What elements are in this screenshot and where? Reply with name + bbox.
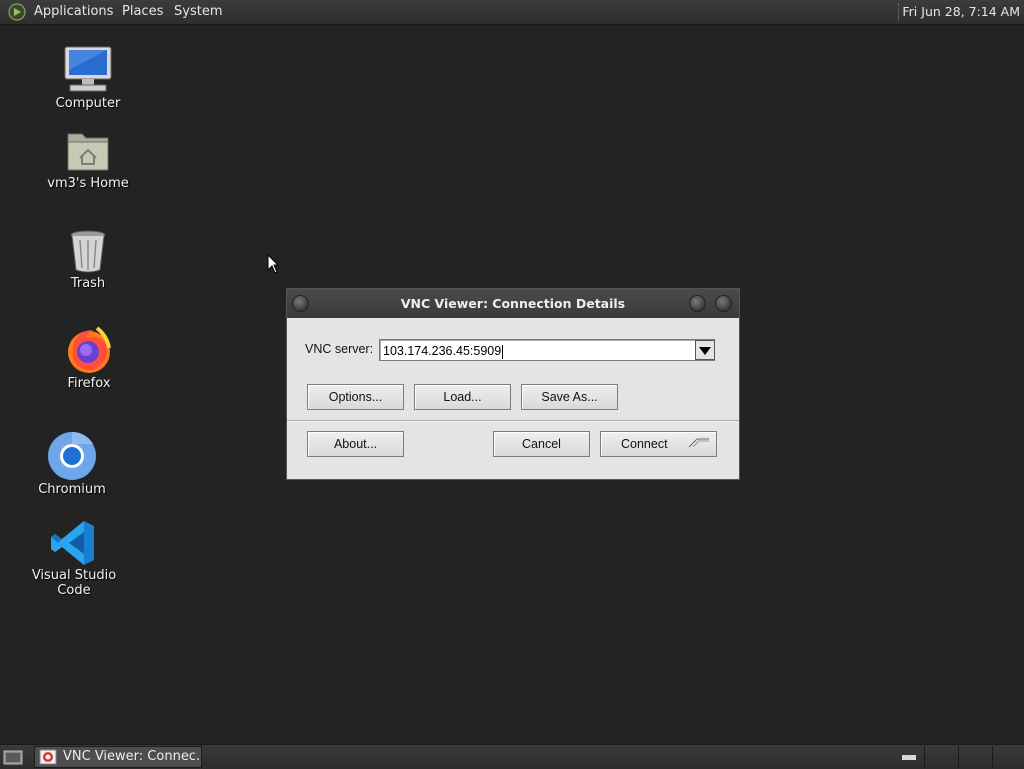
applications-menu[interactable]: Applications xyxy=(34,0,113,24)
connect-button[interactable]: Connect xyxy=(600,431,717,457)
load-button[interactable]: Load... xyxy=(414,384,511,410)
chromium-icon xyxy=(48,431,96,480)
bottom-panel: VNC Viewer: Connec... xyxy=(0,744,1024,769)
desktop-icon-firefox[interactable]: Firefox xyxy=(29,324,149,391)
vnc-server-input[interactable]: 103.174.236.45:5909 xyxy=(379,339,715,361)
window-menu-icon[interactable] xyxy=(292,295,309,312)
vnc-server-value: 103.174.236.45:5909 xyxy=(383,344,502,358)
computer-icon xyxy=(64,46,112,92)
desktop-icon-home[interactable]: vm3's Home xyxy=(28,126,148,191)
trash-icon xyxy=(70,230,106,273)
notification-area-icon[interactable] xyxy=(902,755,916,760)
desktop-icon-label: vm3's Home xyxy=(47,176,129,191)
text-caret xyxy=(502,344,504,359)
vnc-connection-dialog: VNC Viewer: Connection Details VNC serve… xyxy=(286,288,740,480)
vnc-server-label: VNC server: xyxy=(305,342,374,356)
vscode-icon xyxy=(51,521,94,565)
desktop-icon-vscode[interactable]: Visual Studio Code xyxy=(14,518,134,598)
workspace-1[interactable] xyxy=(924,746,956,768)
options-button[interactable]: Options... xyxy=(307,384,404,410)
dialog-divider xyxy=(287,420,739,422)
desktop-icon-label: Trash xyxy=(70,276,106,291)
desktop-icon-trash[interactable]: Trash xyxy=(28,226,148,291)
save-as-button[interactable]: Save As... xyxy=(521,384,618,410)
workspace-2[interactable] xyxy=(958,746,990,768)
server-history-dropdown-button[interactable] xyxy=(695,340,715,360)
desktop-icon-label: Firefox xyxy=(67,376,111,391)
taskbar-vnc-viewer[interactable]: VNC Viewer: Connec... xyxy=(34,746,202,768)
vnc-viewer-app-icon xyxy=(39,749,57,765)
desktop-icon-label: Visual Studio Code xyxy=(31,568,117,598)
desktop-icon-label: Computer xyxy=(55,96,121,111)
dialog-titlebar[interactable]: VNC Viewer: Connection Details xyxy=(287,289,739,318)
taskbar-task-label: VNC Viewer: Connec... xyxy=(63,749,202,764)
minimize-icon[interactable] xyxy=(689,295,706,312)
about-button[interactable]: About... xyxy=(307,431,404,457)
default-button-icon xyxy=(688,438,709,448)
mouse-cursor-icon xyxy=(267,254,279,274)
desktop-icon-chromium[interactable]: Chromium xyxy=(12,430,132,497)
clock[interactable]: Fri Jun 28, 7:14 AM xyxy=(902,0,1020,24)
show-desktop-icon[interactable] xyxy=(3,749,23,765)
system-menu[interactable]: System xyxy=(174,0,222,24)
cancel-button[interactable]: Cancel xyxy=(493,431,590,457)
desktop-icon-label: Chromium xyxy=(38,482,106,497)
dialog-title: VNC Viewer: Connection Details xyxy=(400,296,626,311)
places-menu[interactable]: Places xyxy=(122,0,163,24)
home-folder-icon xyxy=(67,133,109,171)
applications-logo-icon[interactable] xyxy=(8,3,26,21)
connect-button-label: Connect xyxy=(621,437,668,451)
workspace-3[interactable] xyxy=(992,746,1024,768)
close-icon[interactable] xyxy=(715,295,732,312)
panel-separator xyxy=(898,3,901,21)
top-panel: Applications Places System Fri Jun 28, 7… xyxy=(0,0,1024,25)
firefox-icon xyxy=(68,326,111,373)
desktop-icon-computer[interactable]: Computer xyxy=(28,44,148,111)
